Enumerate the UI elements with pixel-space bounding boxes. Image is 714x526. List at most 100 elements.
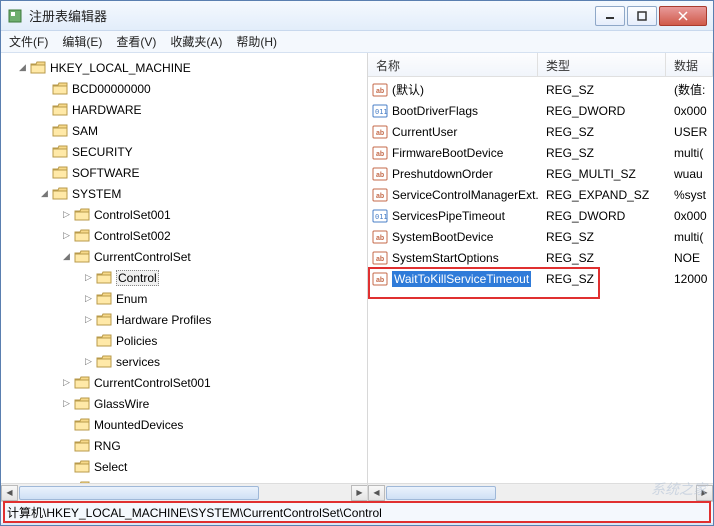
value-binary-icon: 011: [372, 208, 388, 224]
list-row[interactable]: 011ServicesPipeTimeoutREG_DWORD0x000: [368, 205, 713, 226]
tree-label: SOFTWARE: [72, 166, 140, 180]
tree-row[interactable]: ▷Hardware Profiles: [5, 309, 367, 330]
tree-row[interactable]: HARDWARE: [5, 99, 367, 120]
tree-row[interactable]: SAM: [5, 120, 367, 141]
app-icon: [7, 8, 23, 24]
collapse-icon[interactable]: ◢: [17, 62, 28, 73]
col-name[interactable]: 名称: [368, 53, 538, 76]
tree-label: MountedDevices: [94, 418, 183, 432]
value-name: PreshutdownOrder: [392, 167, 493, 181]
tree-label: services: [116, 355, 160, 369]
menu-edit[interactable]: 编辑(E): [62, 33, 102, 50]
maximize-button[interactable]: [627, 6, 657, 26]
list-row[interactable]: abPreshutdownOrderREG_MULTI_SZwuau: [368, 163, 713, 184]
tree-row[interactable]: ▷ ControlSet001: [5, 204, 367, 225]
tree-pane[interactable]: ◢ HKEY_LOCAL_MACHINE BCD00000000HARDWARESA…: [1, 53, 368, 501]
menu-help[interactable]: 帮助(H): [236, 33, 277, 50]
tree-label: Control: [116, 270, 159, 286]
tree-label: HKEY_LOCAL_MACHINE: [50, 61, 191, 75]
value-type: REG_SZ: [538, 230, 666, 244]
tree-label: GlassWire: [94, 397, 149, 411]
svg-text:ab: ab: [376, 130, 384, 137]
folder-icon: [96, 355, 112, 369]
tree-row[interactable]: ▷ services: [5, 351, 367, 372]
collapse-icon[interactable]: ◢: [61, 251, 72, 262]
scroll-thumb[interactable]: [386, 486, 496, 500]
expand-icon[interactable]: ▷: [61, 230, 72, 241]
tree-label: RNG: [94, 439, 121, 453]
folder-icon: [52, 82, 68, 96]
value-name: FirmwareBootDevice: [392, 146, 503, 160]
tree-row[interactable]: SOFTWARE: [5, 162, 367, 183]
col-data[interactable]: 数据: [666, 53, 713, 76]
list-row[interactable]: 011BootDriverFlagsREG_DWORD0x000: [368, 100, 713, 121]
tree-row[interactable]: ▷CurrentControlSet001: [5, 372, 367, 393]
tree-hscrollbar[interactable]: ◀ ▶: [1, 483, 368, 501]
menu-file[interactable]: 文件(F): [9, 33, 48, 50]
collapse-icon[interactable]: ◢: [39, 188, 50, 199]
tree-row[interactable]: ▷ GlassWire: [5, 393, 367, 414]
tree-row[interactable]: Select: [5, 456, 367, 477]
list-row[interactable]: abWaitToKillServiceTimeoutREG_SZ12000: [368, 268, 713, 289]
list-row[interactable]: abCurrentUserREG_SZUSER: [368, 121, 713, 142]
tree-row[interactable]: MountedDevices: [5, 414, 367, 435]
tree-row[interactable]: ◢CurrentControlSet: [5, 246, 367, 267]
tree-row[interactable]: BCD00000000: [5, 78, 367, 99]
expand-icon[interactable]: ▷: [83, 293, 94, 304]
col-type[interactable]: 类型: [538, 53, 666, 76]
folder-icon: [52, 166, 68, 180]
tree-row[interactable]: ◢ SYSTEM: [5, 183, 367, 204]
expand-icon[interactable]: ▷: [83, 272, 94, 283]
value-data: 0x000: [666, 104, 713, 118]
folder-icon: [74, 376, 90, 390]
tree-row[interactable]: ▷ Control: [5, 267, 367, 288]
list-row[interactable]: abFirmwareBootDeviceREG_SZmulti(: [368, 142, 713, 163]
list-row[interactable]: ab(默认)REG_SZ(数值:: [368, 79, 713, 100]
tree-row[interactable]: Policies: [5, 330, 367, 351]
value-data: multi(: [666, 230, 713, 244]
folder-icon: [96, 334, 112, 348]
value-string-icon: ab: [372, 250, 388, 266]
expand-icon[interactable]: ▷: [83, 314, 94, 325]
value-name: CurrentUser: [392, 125, 457, 139]
menu-view[interactable]: 查看(V): [116, 33, 156, 50]
expand-icon[interactable]: ▷: [61, 209, 72, 220]
folder-icon: [96, 313, 112, 327]
scroll-thumb[interactable]: [19, 486, 259, 500]
minimize-button[interactable]: [595, 6, 625, 26]
titlebar[interactable]: 注册表编辑器: [1, 1, 713, 31]
tree-row[interactable]: ◢ HKEY_LOCAL_MACHINE: [5, 57, 367, 78]
tree-row[interactable]: SECURITY: [5, 141, 367, 162]
expand-icon[interactable]: ▷: [61, 398, 72, 409]
svg-text:ab: ab: [376, 88, 384, 95]
tree-row[interactable]: ▷ControlSet002: [5, 225, 367, 246]
value-type: REG_SZ: [538, 272, 666, 286]
scroll-right-icon[interactable]: ▶: [696, 485, 713, 501]
scroll-right-icon[interactable]: ▶: [351, 485, 368, 501]
expand-icon[interactable]: ▷: [83, 356, 94, 367]
tree-row[interactable]: ▷ Enum: [5, 288, 367, 309]
value-string-icon: ab: [372, 166, 388, 182]
list-row[interactable]: abSystemBootDeviceREG_SZmulti(: [368, 226, 713, 247]
list-row[interactable]: abServiceControlManagerExt...REG_EXPAND_…: [368, 184, 713, 205]
list-pane[interactable]: 名称 类型 数据 ab(默认)REG_SZ(数值:011BootDriverFl…: [368, 53, 713, 501]
value-name: SystemStartOptions: [392, 251, 499, 265]
tree-label: ControlSet001: [94, 208, 171, 222]
folder-icon: [74, 418, 90, 432]
status-path: 计算机\HKEY_LOCAL_MACHINE\SYSTEM\CurrentCon…: [7, 504, 382, 521]
tree-label: SYSTEM: [72, 187, 121, 201]
value-type: REG_DWORD: [538, 209, 666, 223]
list-row[interactable]: abSystemStartOptionsREG_SZNOE: [368, 247, 713, 268]
tree-label: Enum: [116, 292, 147, 306]
menu-favorites[interactable]: 收藏夹(A): [170, 33, 222, 50]
list-hscrollbar[interactable]: ◀ ▶: [368, 483, 713, 501]
expand-icon[interactable]: ▷: [61, 377, 72, 388]
tree-row[interactable]: RNG: [5, 435, 367, 456]
close-button[interactable]: [659, 6, 707, 26]
value-type: REG_DWORD: [538, 104, 666, 118]
scroll-left-icon[interactable]: ◀: [368, 485, 385, 501]
folder-icon: [74, 439, 90, 453]
folder-icon: [52, 103, 68, 117]
scroll-left-icon[interactable]: ◀: [1, 485, 18, 501]
folder-icon: [30, 61, 46, 75]
